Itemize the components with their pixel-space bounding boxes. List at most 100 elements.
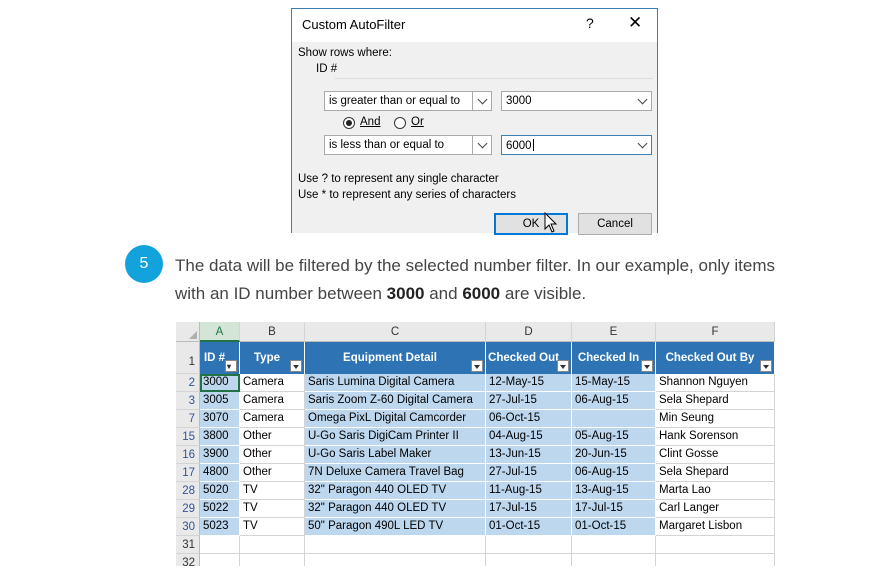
table-cell[interactable]: Other bbox=[240, 428, 305, 446]
table-cell[interactable]: 5020 bbox=[200, 482, 240, 500]
table-cell[interactable]: 32" Paragon 440 OLED TV bbox=[305, 500, 486, 518]
table-cell[interactable]: Clint Gosse bbox=[656, 446, 775, 464]
table-cell[interactable]: TV bbox=[240, 500, 305, 518]
column-header-e[interactable]: E bbox=[572, 322, 656, 342]
column-header-c[interactable]: C bbox=[305, 322, 486, 342]
table-cell[interactable]: Margaret Lisbon bbox=[656, 518, 775, 536]
table-cell[interactable]: 11-Aug-15 bbox=[486, 482, 572, 500]
table-cell[interactable]: 4800 bbox=[200, 464, 240, 482]
table-cell[interactable]: TV bbox=[240, 518, 305, 536]
table-cell[interactable]: Saris Lumina Digital Camera bbox=[305, 374, 486, 392]
table-cell[interactable]: 3900 bbox=[200, 446, 240, 464]
table-cell[interactable]: 3000 bbox=[200, 374, 240, 392]
table-cell[interactable]: 13-Aug-15 bbox=[572, 482, 656, 500]
column-header-a[interactable]: A bbox=[200, 322, 240, 342]
row-header[interactable]: 7 bbox=[176, 410, 200, 428]
table-cell[interactable]: 17-Jul-15 bbox=[572, 500, 656, 518]
table-cell[interactable]: 3800 bbox=[200, 428, 240, 446]
and-radio-label[interactable]: And bbox=[360, 116, 380, 128]
condition2-value-combo[interactable]: 6000 bbox=[501, 135, 652, 155]
row-header[interactable]: 31 bbox=[176, 536, 200, 554]
table-cell[interactable]: 01-Oct-15 bbox=[572, 518, 656, 536]
table-cell[interactable]: 5023 bbox=[200, 518, 240, 536]
table-cell[interactable]: Sela Shepard bbox=[656, 392, 775, 410]
table-cell[interactable]: 3005 bbox=[200, 392, 240, 410]
table-cell[interactable]: Camera bbox=[240, 374, 305, 392]
table-cell[interactable]: Camera bbox=[240, 392, 305, 410]
row-header[interactable]: 16 bbox=[176, 446, 200, 464]
column-header-f[interactable]: F bbox=[656, 322, 775, 342]
table-cell[interactable]: Omega PixL Digital Camcorder bbox=[305, 410, 486, 428]
table-cell[interactable]: 05-Aug-15 bbox=[572, 428, 656, 446]
table-cell[interactable]: 06-Oct-15 bbox=[486, 410, 572, 428]
row-header[interactable]: 30 bbox=[176, 518, 200, 536]
table-cell[interactable]: 20-Jun-15 bbox=[572, 446, 656, 464]
chevron-down-icon[interactable] bbox=[633, 92, 651, 110]
table-cell[interactable]: 13-Jun-15 bbox=[486, 446, 572, 464]
chevron-down-icon[interactable] bbox=[472, 92, 491, 110]
table-cell[interactable] bbox=[656, 554, 775, 566]
filter-dropdown-icon[interactable] bbox=[760, 360, 772, 372]
table-cell[interactable]: Saris Zoom Z-60 Digital Camera bbox=[305, 392, 486, 410]
table-cell[interactable]: TV bbox=[240, 482, 305, 500]
table-cell[interactable]: 27-Jul-15 bbox=[486, 392, 572, 410]
table-cell[interactable]: 01-Oct-15 bbox=[486, 518, 572, 536]
filter-dropdown-icon[interactable] bbox=[557, 360, 569, 372]
table-cell[interactable]: 06-Aug-15 bbox=[572, 392, 656, 410]
table-cell[interactable]: 27-Jul-15 bbox=[486, 464, 572, 482]
table-cell[interactable]: 32" Paragon 440 OLED TV bbox=[305, 482, 486, 500]
table-cell[interactable]: 7N Deluxe Camera Travel Bag bbox=[305, 464, 486, 482]
table-cell[interactable]: Other bbox=[240, 446, 305, 464]
table-cell[interactable]: Hank Sorenson bbox=[656, 428, 775, 446]
column-header-d[interactable]: D bbox=[486, 322, 572, 342]
table-cell[interactable]: 3070 bbox=[200, 410, 240, 428]
filter-dropdown-icon[interactable] bbox=[471, 360, 483, 372]
table-cell[interactable]: U-Go Saris DigiCam Printer II bbox=[305, 428, 486, 446]
table-cell[interactable] bbox=[200, 554, 240, 566]
filter-dropdown-icon[interactable] bbox=[641, 360, 653, 372]
table-cell[interactable] bbox=[240, 536, 305, 554]
row-header[interactable]: 29 bbox=[176, 500, 200, 518]
table-cell[interactable]: 50" Paragon 490L LED TV bbox=[305, 518, 486, 536]
table-cell[interactable]: Shannon Nguyen bbox=[656, 374, 775, 392]
table-cell[interactable] bbox=[486, 554, 572, 566]
table-cell[interactable] bbox=[305, 536, 486, 554]
table-cell[interactable]: Marta Lao bbox=[656, 482, 775, 500]
table-cell[interactable]: Other bbox=[240, 464, 305, 482]
table-cell[interactable]: Camera bbox=[240, 410, 305, 428]
table-cell[interactable] bbox=[572, 410, 656, 428]
or-radio[interactable] bbox=[394, 117, 406, 129]
filter-dropdown-icon[interactable] bbox=[290, 360, 302, 372]
row-header[interactable]: 15 bbox=[176, 428, 200, 446]
select-all-corner[interactable] bbox=[176, 322, 200, 342]
table-cell[interactable]: 5022 bbox=[200, 500, 240, 518]
table-cell[interactable] bbox=[572, 536, 656, 554]
row-header-1[interactable]: 1 bbox=[176, 342, 200, 374]
condition1-value-combo[interactable]: 3000 bbox=[501, 91, 652, 111]
table-cell[interactable]: 17-Jul-15 bbox=[486, 500, 572, 518]
cancel-button[interactable]: Cancel bbox=[578, 213, 652, 235]
row-header[interactable]: 17 bbox=[176, 464, 200, 482]
table-cell[interactable] bbox=[486, 536, 572, 554]
table-cell[interactable]: U-Go Saris Label Maker bbox=[305, 446, 486, 464]
chevron-down-icon[interactable] bbox=[633, 136, 651, 154]
table-cell[interactable] bbox=[305, 554, 486, 566]
table-cell[interactable]: 12-May-15 bbox=[486, 374, 572, 392]
table-cell[interactable]: 15-May-15 bbox=[572, 374, 656, 392]
row-header[interactable]: 32 bbox=[176, 554, 200, 566]
table-cell[interactable]: Carl Langer bbox=[656, 500, 775, 518]
condition1-operator-select[interactable]: is greater than or equal to bbox=[324, 91, 492, 111]
table-cell[interactable]: 06-Aug-15 bbox=[572, 464, 656, 482]
table-cell[interactable] bbox=[656, 536, 775, 554]
table-cell[interactable]: Sela Shepard bbox=[656, 464, 775, 482]
table-cell[interactable]: 04-Aug-15 bbox=[486, 428, 572, 446]
condition2-operator-select[interactable]: is less than or equal to bbox=[324, 135, 492, 155]
column-header-b[interactable]: B bbox=[240, 322, 305, 342]
close-icon[interactable]: ✕ bbox=[628, 13, 642, 33]
table-cell[interactable] bbox=[240, 554, 305, 566]
and-radio[interactable] bbox=[343, 117, 355, 129]
table-cell[interactable]: Min Seung bbox=[656, 410, 775, 428]
help-button[interactable]: ? bbox=[586, 15, 594, 31]
chevron-down-icon[interactable] bbox=[472, 136, 491, 154]
row-header[interactable]: 2 bbox=[176, 374, 200, 392]
